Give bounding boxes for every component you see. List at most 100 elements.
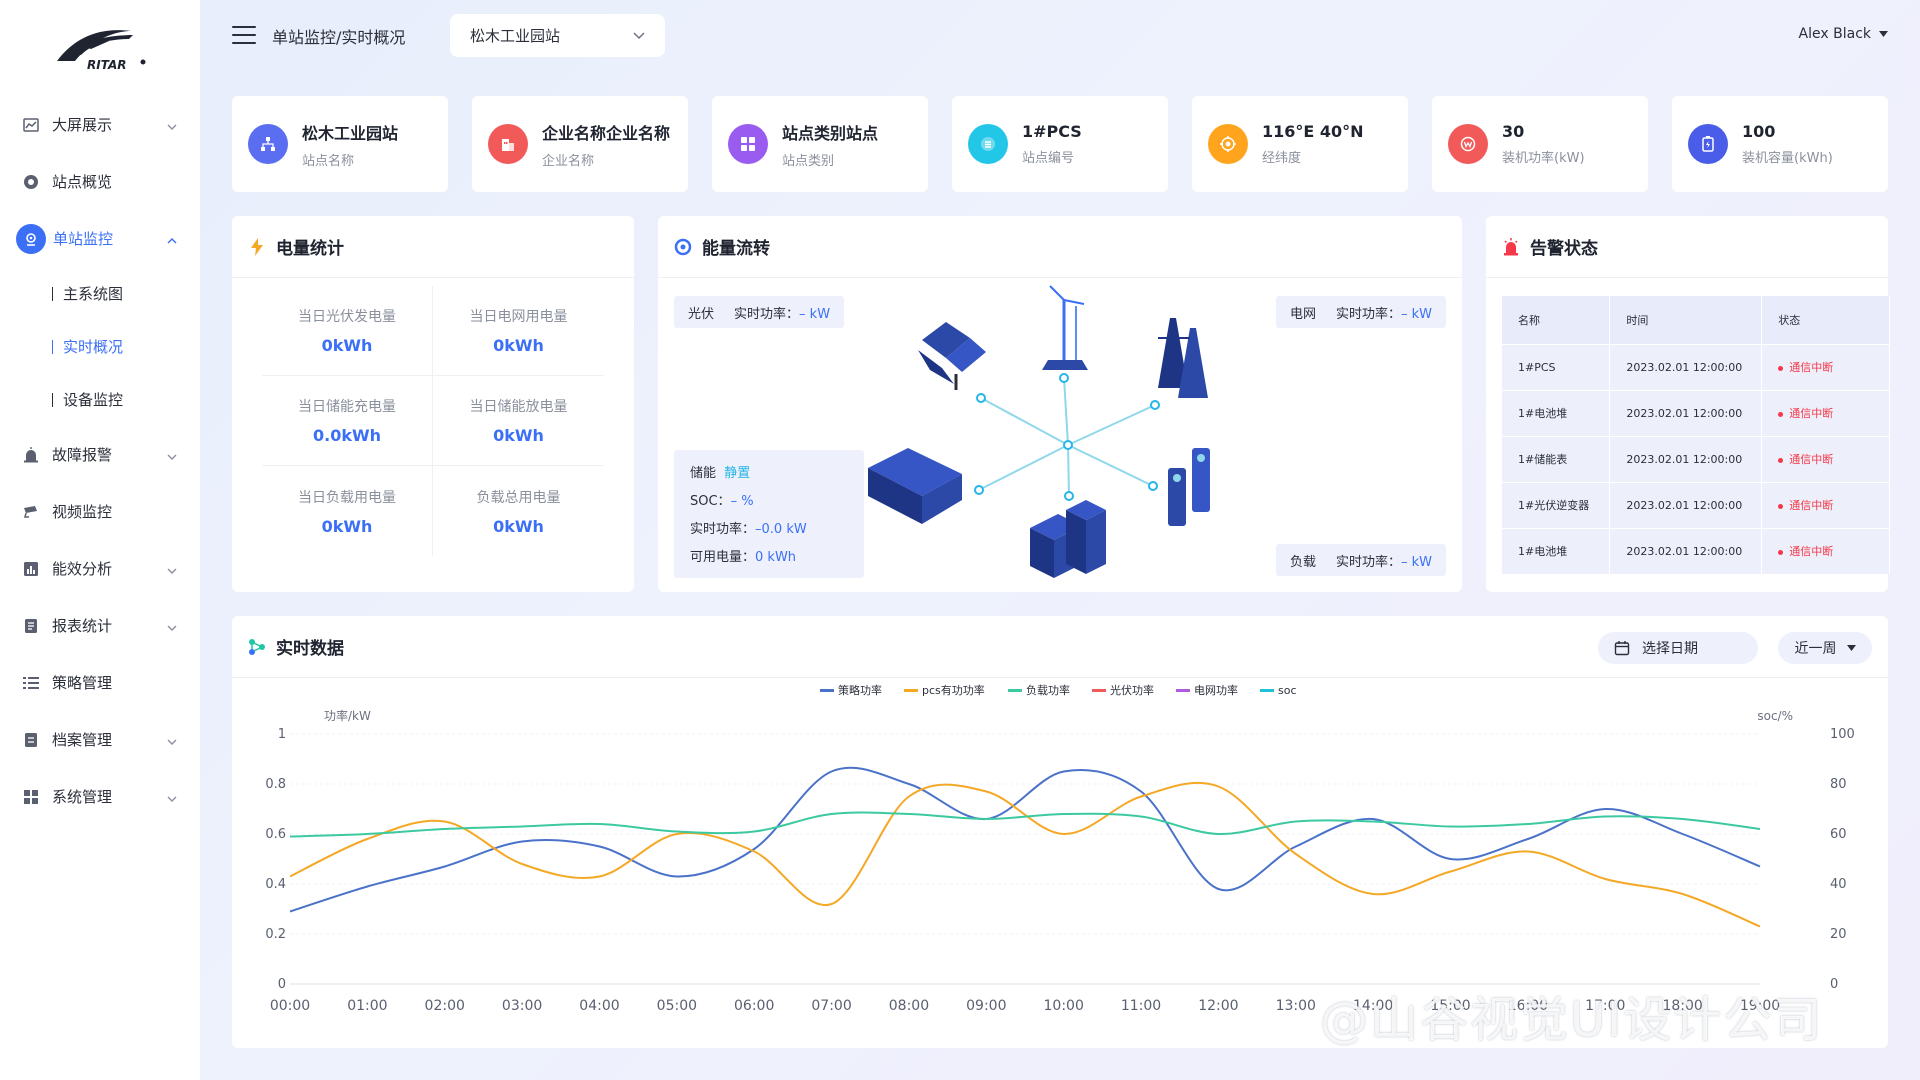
sidebar-item-label: 能效分析: [52, 560, 113, 578]
sidebar-subitem[interactable]: 主系统图: [0, 267, 200, 320]
alarm-column-header: 名称: [1502, 296, 1611, 344]
sidebar-subitem-label: 实时概况: [63, 338, 124, 356]
legend-item[interactable]: 策略功率: [820, 683, 882, 697]
info-card-label: 装机容量(kWh): [1742, 151, 1833, 166]
panel-title: 电量统计: [232, 216, 634, 278]
sidebar-item[interactable]: 系统管理: [0, 768, 200, 825]
info-card-text: 企业名称企业名称 企业名称: [542, 120, 670, 169]
load-tag: 负载 实时功率：– kW: [1275, 544, 1446, 576]
info-card-label: 经纬度: [1262, 151, 1302, 166]
x-tick: 03:00: [502, 998, 542, 1014]
sidebar-item[interactable]: 故障报警: [0, 426, 200, 483]
x-tick: 07:00: [811, 998, 851, 1014]
number-icon: [968, 124, 1008, 164]
info-card-label: 装机功率(kW): [1502, 151, 1585, 166]
menu-toggle-icon[interactable]: [232, 26, 256, 46]
caret-down-icon: [1879, 31, 1888, 37]
legend-item[interactable]: soc: [1260, 684, 1297, 697]
load-power-value: – kW: [1400, 554, 1432, 570]
chevron-down-icon: [633, 31, 645, 39]
date-picker-button[interactable]: 选择日期: [1598, 632, 1758, 664]
info-card-label: 站点编号: [1022, 151, 1075, 166]
load-power-label: 实时功率：: [1335, 554, 1401, 570]
sidebar: RITAR 大屏展示 站点概览单站监控主系统图实时概况设备监控 故障报警 视频监控能效…: [0, 0, 200, 1080]
x-tick: 16:00: [1508, 998, 1548, 1014]
alarm-status-text: 通信中断: [1789, 545, 1834, 559]
alarm-title: 告警状态: [1530, 239, 1598, 259]
date-picker-label: 选择日期: [1642, 641, 1698, 657]
building-icon: [488, 124, 528, 164]
x-tick: 11:00: [1121, 998, 1161, 1014]
solar-panel-icon: [918, 322, 986, 390]
x-tick: 01:00: [347, 998, 387, 1014]
alarm-row[interactable]: 1#电池堆 2023.02.01 12:00:00 通信中断: [1502, 527, 1890, 574]
alarm-row[interactable]: 1#光伏逆变器 2023.02.01 12:00:00 通信中断: [1502, 481, 1890, 528]
alarm-header-row: 名称 时间 状态: [1502, 296, 1890, 344]
info-card-text: 30 装机功率(kW): [1502, 122, 1585, 166]
logo-text: RITAR: [87, 58, 127, 72]
x-tick: 19:00: [1740, 998, 1780, 1014]
stat-label: 当日电网用电量: [469, 309, 568, 325]
stat-value: 0kWh: [321, 516, 373, 536]
info-card-value: 116°E 40°N: [1262, 122, 1364, 141]
storage-state: 静置: [724, 466, 751, 481]
sidebar-item[interactable]: 策略管理: [0, 654, 200, 711]
range-select[interactable]: 近一周: [1778, 632, 1872, 664]
logo[interactable]: RITAR: [0, 0, 200, 90]
grid-tag: 电网 实时功率：– kW: [1275, 296, 1446, 328]
archive-icon: [22, 731, 40, 749]
site-icon: [248, 124, 288, 164]
alarm-row[interactable]: 1#储能表 2023.02.01 12:00:00 通信中断: [1502, 435, 1890, 482]
alarm-status: 通信中断: [1761, 389, 1890, 436]
report-icon: [22, 617, 40, 635]
alarm-name: 1#储能表: [1502, 435, 1611, 482]
grid-power-label: 实时功率：: [1335, 306, 1401, 322]
grid-icon: [22, 788, 40, 806]
stat-item: 负载总用电量 0kWh: [433, 466, 604, 556]
sidebar-item[interactable]: 视频监控: [0, 483, 200, 540]
pv-tag: 光伏 实时功率：– kW: [674, 296, 845, 328]
y-tick-left: 1: [278, 727, 286, 742]
subitem-bar: [52, 392, 53, 407]
info-card-value: 100: [1742, 122, 1776, 141]
stat-item: 当日光伏发电量 0kWh: [262, 286, 433, 376]
legend-item[interactable]: 光伏功率: [1092, 683, 1154, 697]
alarm-row[interactable]: 1#电池堆 2023.02.01 12:00:00 通信中断: [1502, 389, 1890, 436]
legend-item[interactable]: pcs有功功率: [904, 683, 985, 697]
sidebar-subitem[interactable]: 设备监控: [0, 373, 200, 426]
sidebar-item[interactable]: 单站监控: [0, 210, 200, 267]
siren-icon: [1502, 237, 1520, 256]
legend-swatch: [820, 689, 834, 692]
legend-swatch: [1008, 689, 1022, 692]
alarm-status: 通信中断: [1761, 435, 1890, 482]
x-tick: 12:00: [1198, 998, 1238, 1014]
sidebar-item-label: 单站监控: [53, 230, 114, 248]
sidebar-item[interactable]: 站点概览: [0, 153, 200, 210]
x-tick: 08:00: [889, 998, 929, 1014]
sidebar-item[interactable]: 报表统计: [0, 597, 200, 654]
chevron-up-icon: [166, 233, 178, 245]
sidebar-item[interactable]: 大屏展示: [0, 96, 200, 153]
x-tick: 18:00: [1662, 998, 1702, 1014]
info-card-value: 30: [1502, 122, 1525, 141]
sidebar-item[interactable]: 档案管理: [0, 711, 200, 768]
avail-label: 可用电量：: [690, 550, 756, 565]
legend-label: 负载功率: [1026, 683, 1070, 697]
sidebar-subitem[interactable]: 实时概况: [0, 320, 200, 373]
alarm-name: 1#光伏逆变器: [1502, 481, 1611, 528]
legend-label: 电网功率: [1194, 683, 1238, 697]
alarm-row[interactable]: 1#PCS 2023.02.01 12:00:00 通信中断: [1502, 343, 1890, 390]
site-select[interactable]: 松木工业园站: [450, 14, 665, 57]
location-icon: [1208, 124, 1248, 164]
info-card: 1#PCS 站点编号: [952, 96, 1168, 192]
monitor-icon: [16, 223, 46, 254]
legend-item[interactable]: 电网功率: [1176, 683, 1238, 697]
sidebar-item[interactable]: 能效分析: [0, 540, 200, 597]
legend-swatch: [1092, 689, 1106, 692]
alarm-status-text: 通信中断: [1789, 361, 1834, 374]
power-icon: [1448, 124, 1488, 164]
user-menu[interactable]: Alex Black: [1799, 26, 1888, 42]
alarm-status-text: 通信中断: [1789, 407, 1834, 420]
info-cards: 松木工业园站 站点名称 企业名称企业名称 企业名称 站点类别站点 站点类别 1#PCS 站点编…: [232, 96, 1888, 192]
legend-item[interactable]: 负载功率: [1008, 683, 1070, 697]
